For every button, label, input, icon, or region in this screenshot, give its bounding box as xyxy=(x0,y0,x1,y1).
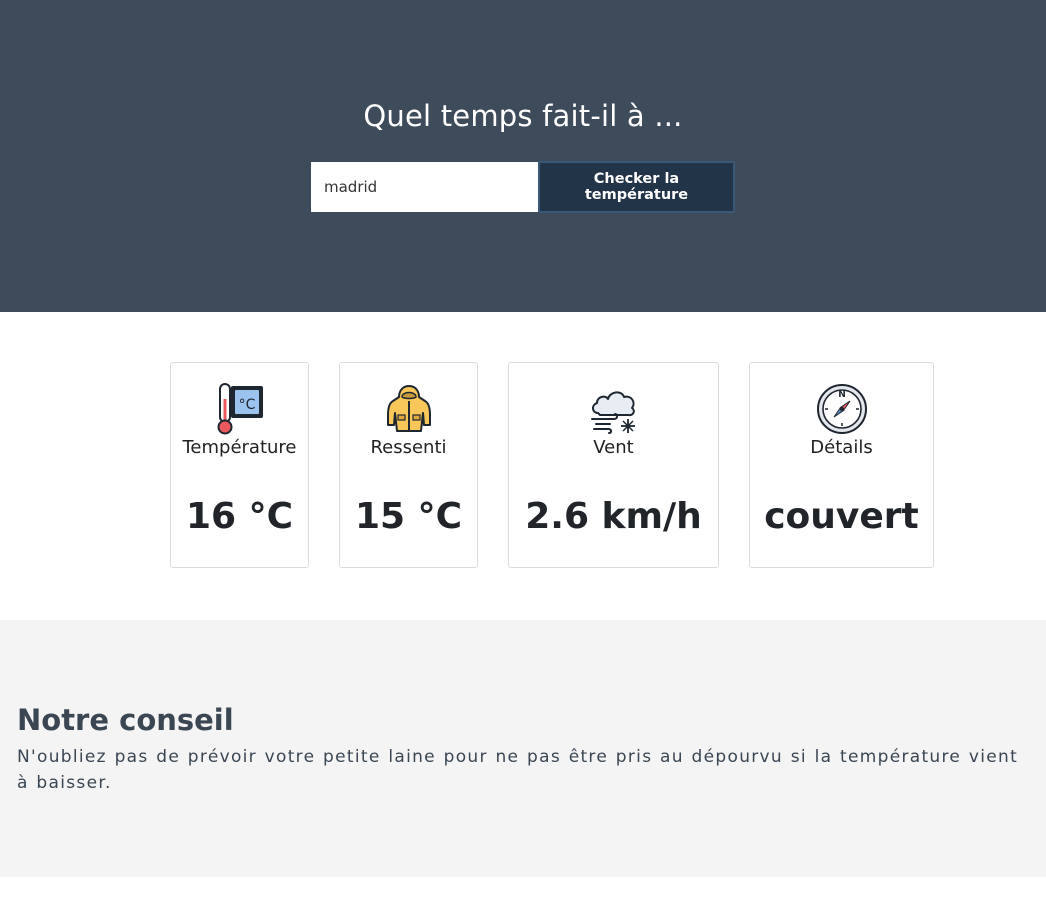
advice-section: Notre conseil N'oubliez pas de prévoir v… xyxy=(0,620,1046,877)
check-temperature-button[interactable]: Checker la température xyxy=(538,161,735,213)
page-title: Quel temps fait-il à ... xyxy=(363,99,683,133)
temperature-card: °C Température 16 °C xyxy=(170,362,309,568)
feels-like-card: Ressenti 15 °C xyxy=(339,362,478,568)
svg-text:°C: °C xyxy=(238,397,255,413)
svg-text:N: N xyxy=(838,390,846,400)
feels-like-value: 15 °C xyxy=(354,496,463,537)
wind-label: Vent xyxy=(593,437,634,458)
compass-icon: N xyxy=(816,384,867,434)
city-input[interactable] xyxy=(311,162,538,212)
raincoat-icon xyxy=(386,385,431,432)
weather-cards: °C Température 16 °C Ressenti 15 °C Vent… xyxy=(0,312,1046,620)
wind-value: 2.6 km/h xyxy=(525,496,702,537)
details-label: Détails xyxy=(810,437,873,458)
temperature-value: 16 °C xyxy=(185,496,294,537)
advice-text: N'oubliez pas de prévoir votre petite la… xyxy=(17,747,1019,793)
advice-title: Notre conseil xyxy=(17,703,234,737)
temperature-label: Température xyxy=(182,437,297,458)
search-form: Checker la température xyxy=(311,161,735,213)
thermometer-icon: °C xyxy=(217,383,263,435)
details-card: N Détails couvert xyxy=(749,362,934,568)
details-value: couvert xyxy=(764,496,919,537)
feels-like-label: Ressenti xyxy=(370,437,447,458)
header-section: Quel temps fait-il à ... Checker la temp… xyxy=(0,0,1046,312)
wind-cloud-icon xyxy=(590,391,635,434)
wind-card: Vent 2.6 km/h xyxy=(508,362,719,568)
